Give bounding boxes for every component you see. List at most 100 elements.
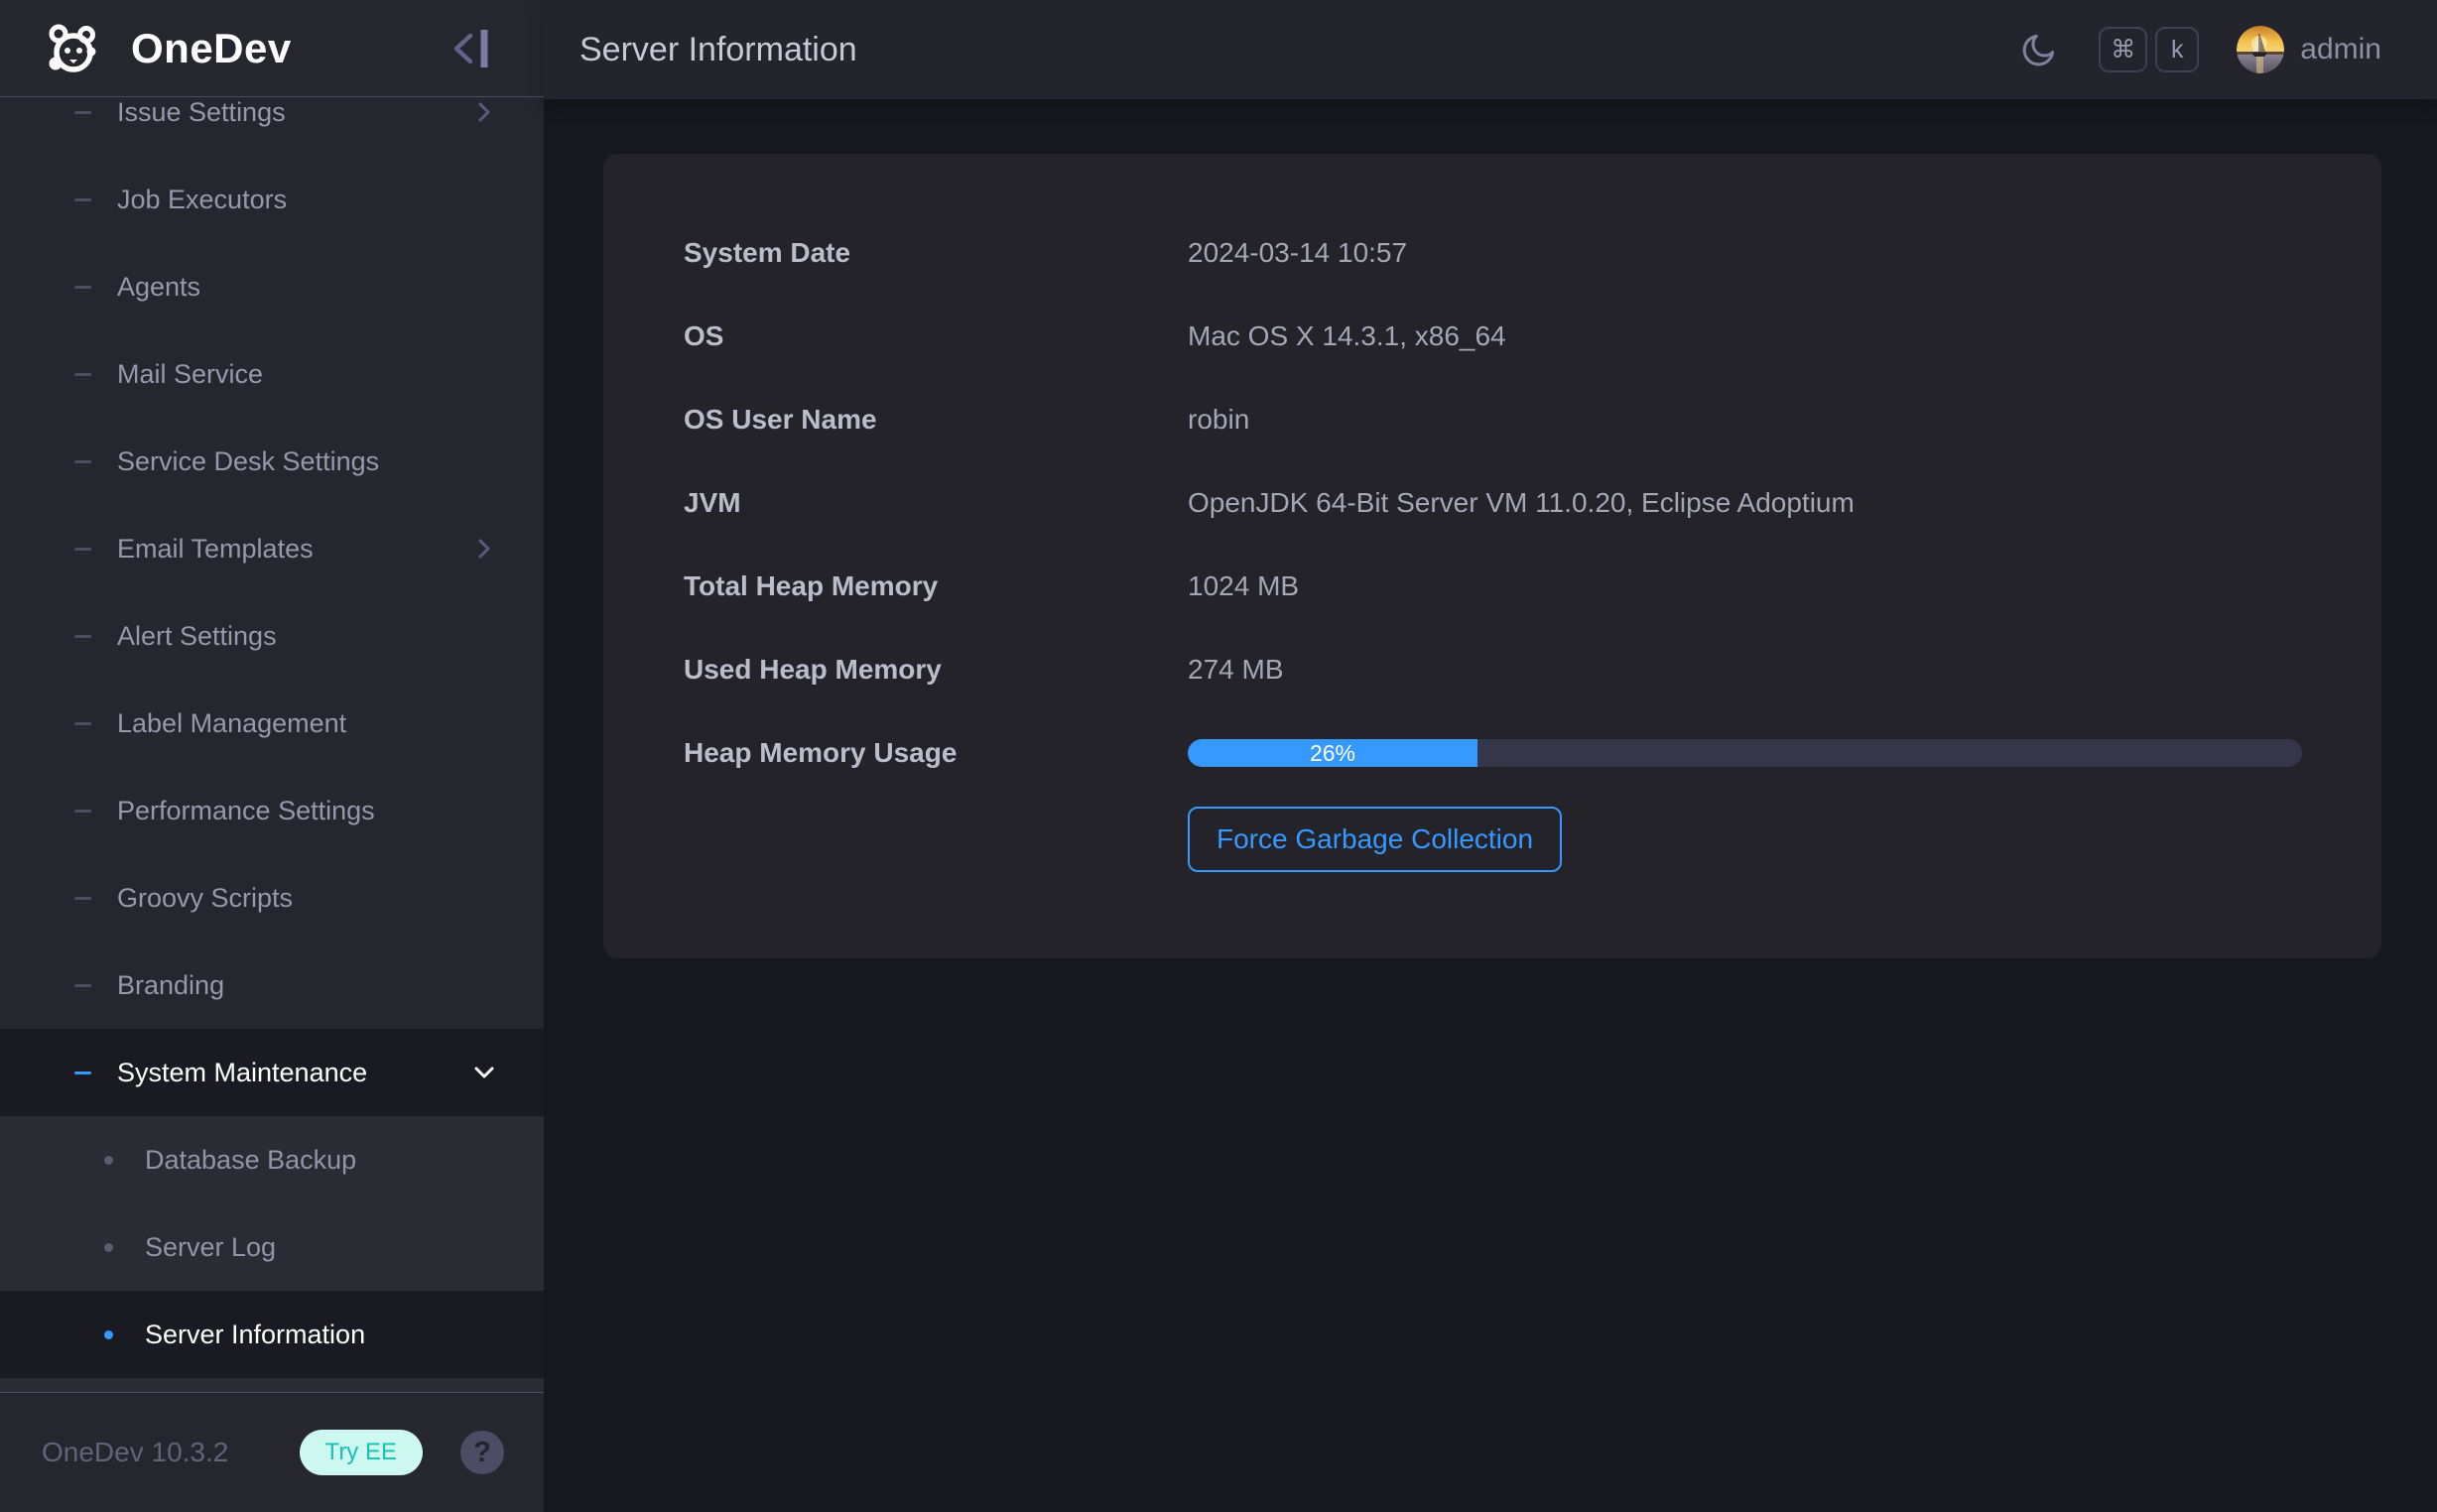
dash-icon: [74, 635, 91, 638]
force-garbage-collection-button[interactable]: Force Garbage Collection: [1188, 807, 1562, 872]
system-maintenance-sublist: Database Backup Server Log Server Inform…: [0, 1116, 544, 1392]
sidebar-item-alert-settings[interactable]: Alert Settings: [0, 592, 544, 680]
sidebar-item-agents[interactable]: Agents: [0, 243, 544, 330]
sidebar-subitem-clipped[interactable]: Scheduled Jobs: [0, 1378, 544, 1392]
sidebar-item-mail-service[interactable]: Mail Service: [0, 330, 544, 418]
info-label: Total Heap Memory: [684, 570, 1188, 602]
bullet-icon: [104, 1156, 113, 1165]
sidebar-subitem-label: Database Backup: [145, 1145, 356, 1176]
sidebar-subitem-label: Server Log: [145, 1232, 276, 1263]
collapse-sidebar-icon: [449, 26, 500, 71]
brand-name: OneDev: [131, 25, 292, 72]
sidebar-subitem-database-backup[interactable]: Database Backup: [0, 1116, 544, 1203]
sidebar-item-label: Branding: [117, 970, 496, 1001]
dash-icon: [74, 897, 91, 900]
info-value: 2024-03-14 10:57: [1188, 237, 1407, 269]
chevron-right-icon: [472, 537, 496, 561]
main-header: Server Information ⌘ k: [544, 0, 2437, 99]
sidebar-item-email-templates[interactable]: Email Templates: [0, 505, 544, 592]
command-palette-shortcut[interactable]: ⌘ k: [2099, 27, 2199, 72]
chevron-down-icon: [472, 1061, 496, 1084]
sidebar-footer: OneDev 10.3.2 Try EE ?: [0, 1392, 544, 1512]
info-value: Mac OS X 14.3.1, x86_64: [1188, 320, 1506, 352]
bullet-icon: [104, 1243, 113, 1252]
info-row-os: OS Mac OS X 14.3.1, x86_64: [684, 295, 2302, 378]
dash-icon: [74, 548, 91, 551]
sidebar-item-label: Alert Settings: [117, 621, 496, 652]
info-value: OpenJDK 64-Bit Server VM 11.0.20, Eclips…: [1188, 487, 1855, 519]
sidebar-item-label: Performance Settings: [117, 796, 496, 826]
try-ee-badge[interactable]: Try EE: [300, 1430, 423, 1475]
dash-icon: [74, 373, 91, 376]
theme-toggle-button[interactable]: [2019, 30, 2059, 69]
sidebar-subitem-server-log[interactable]: Server Log: [0, 1203, 544, 1291]
info-label: Used Heap Memory: [684, 654, 1188, 686]
progress-percent-label: 26%: [1310, 740, 1355, 767]
sidebar-item-label-management[interactable]: Label Management: [0, 680, 544, 767]
help-icon[interactable]: ?: [460, 1431, 504, 1474]
sidebar-item-groovy-scripts[interactable]: Groovy Scripts: [0, 854, 544, 942]
sidebar-item-label: Service Desk Settings: [117, 446, 496, 477]
sidebar-item-branding[interactable]: Branding: [0, 942, 544, 1029]
server-information-card: System Date 2024-03-14 10:57 OS Mac OS X…: [603, 154, 2381, 958]
user-menu[interactable]: admin: [2237, 26, 2381, 73]
sidebar-subitem-server-information[interactable]: Server Information: [0, 1291, 544, 1378]
info-value: 274 MB: [1188, 654, 1284, 686]
info-row-system-date: System Date 2024-03-14 10:57: [684, 211, 2302, 295]
sidebar-subitem-label: Server Information: [145, 1320, 365, 1350]
cmd-key-icon: ⌘: [2099, 27, 2147, 72]
sidebar-item-system-maintenance[interactable]: System Maintenance: [0, 1029, 544, 1116]
card-actions: Force Garbage Collection: [684, 807, 2302, 872]
info-value: 1024 MB: [1188, 570, 1299, 602]
info-row-os-user-name: OS User Name robin: [684, 378, 2302, 461]
dash-icon: [74, 460, 91, 463]
sidebar-item-service-desk-settings[interactable]: Service Desk Settings: [0, 418, 544, 505]
dash-icon: [74, 984, 91, 987]
progress-track: 26%: [1188, 739, 2302, 767]
info-value: robin: [1188, 404, 1249, 436]
user-name: admin: [2300, 33, 2381, 66]
sidebar-item-label: Email Templates: [117, 534, 472, 565]
info-row-heap-memory-usage: Heap Memory Usage 26%: [684, 711, 2302, 795]
sidebar-collapse-button[interactable]: [449, 26, 500, 71]
sidebar-item-job-executors[interactable]: Job Executors: [0, 156, 544, 243]
info-label: OS: [684, 320, 1188, 352]
k-key-icon: k: [2155, 27, 2199, 72]
sidebar: OneDev Issue Settings Job Executors: [0, 0, 544, 1512]
dash-icon: [74, 1071, 91, 1074]
dash-icon: [74, 286, 91, 289]
info-row-used-heap-memory: Used Heap Memory 274 MB: [684, 628, 2302, 711]
sidebar-item-label: Agents: [117, 272, 496, 303]
onedev-logo-icon: [44, 21, 99, 76]
sidebar-menu: Issue Settings Job Executors Agents Mail…: [0, 97, 544, 1392]
app-window: OneDev Issue Settings Job Executors: [0, 0, 2437, 1512]
dash-icon: [74, 810, 91, 813]
info-label: JVM: [684, 487, 1188, 519]
page-title: Server Information: [579, 31, 857, 69]
info-label: System Date: [684, 237, 1188, 269]
info-row-total-heap-memory: Total Heap Memory 1024 MB: [684, 545, 2302, 628]
progress-fill: 26%: [1188, 739, 1477, 767]
bullet-icon: [104, 1330, 113, 1339]
main-area: Server Information ⌘ k: [544, 0, 2437, 1512]
sidebar-item-label: Job Executors: [117, 185, 496, 215]
chevron-right-icon: [472, 100, 496, 124]
header-actions: ⌘ k: [2019, 26, 2381, 73]
sidebar-item-label: Mail Service: [117, 359, 496, 390]
sidebar-item-issue-settings[interactable]: Issue Settings: [0, 97, 544, 156]
info-row-jvm: JVM OpenJDK 64-Bit Server VM 11.0.20, Ec…: [684, 461, 2302, 545]
info-label: Heap Memory Usage: [684, 737, 1188, 769]
app-version: OneDev 10.3.2: [42, 1437, 300, 1468]
avatar: [2237, 26, 2284, 73]
heap-usage-progress: 26%: [1188, 739, 2302, 767]
page-content: System Date 2024-03-14 10:57 OS Mac OS X…: [544, 99, 2437, 1512]
dash-icon: [74, 722, 91, 725]
dash-icon: [74, 198, 91, 201]
sidebar-item-performance-settings[interactable]: Performance Settings: [0, 767, 544, 854]
sidebar-item-label: Groovy Scripts: [117, 883, 496, 914]
sidebar-item-label: System Maintenance: [117, 1058, 472, 1088]
moon-icon: [2019, 30, 2059, 69]
sidebar-item-label: Label Management: [117, 708, 496, 739]
sidebar-item-label: Issue Settings: [117, 97, 472, 128]
dash-icon: [74, 111, 91, 114]
